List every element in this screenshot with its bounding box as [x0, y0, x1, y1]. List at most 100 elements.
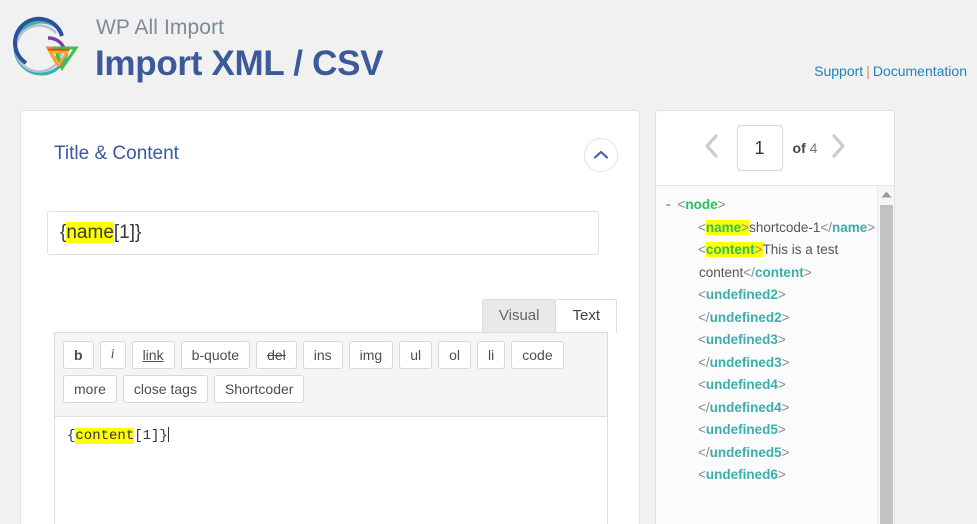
angle-close: > — [777, 287, 786, 302]
prev-page-button[interactable] — [697, 128, 727, 168]
xml-line-undefined2-open: <undefined2> — [656, 284, 894, 307]
xml-line-undefined3-close: </undefined3> — [656, 352, 894, 375]
xml-tag-undefined3-close: undefined3 — [709, 354, 782, 370]
xml-preview-panel: 1 of 4 - <node> <name>shortcode-1</name> … — [655, 110, 895, 524]
scroll-up-arrow-icon[interactable] — [878, 186, 894, 203]
title-suffix: [1]} — [113, 222, 142, 243]
editor-button-img[interactable]: img — [348, 341, 394, 369]
wp-all-import-logo-icon — [10, 16, 86, 88]
xml-tag-name-open: name — [705, 219, 742, 235]
xml-tag-content-open: content — [705, 242, 755, 257]
angle-close: > — [781, 399, 790, 415]
angle-open: </ — [820, 219, 832, 235]
header-links: Support | Documentation — [814, 63, 967, 79]
total-pages: 4 — [809, 140, 818, 156]
angle-close: > — [867, 219, 876, 235]
angle-close: > — [777, 422, 786, 437]
editor-button-code[interactable]: code — [511, 341, 564, 369]
toolbar-row-2: more close tags Shortcoder — [63, 375, 599, 409]
page-title: Import XML / CSV — [95, 44, 384, 83]
panel-heading: Title & Content — [54, 143, 179, 164]
documentation-link[interactable]: Documentation — [873, 63, 967, 79]
page-header: WP All Import Import XML / CSV Support | D… — [0, 0, 977, 100]
of-label: of — [792, 140, 806, 156]
xml-tag-undefined3-open: undefined3 — [705, 332, 778, 347]
xml-tag-undefined5-open: undefined5 — [705, 422, 778, 437]
editor-button-ol[interactable]: ol — [438, 341, 472, 369]
editor-button-link[interactable]: link — [131, 341, 175, 369]
scrollbar-thumb[interactable] — [880, 205, 893, 524]
toolbar-row-1: b i link b-quote del ins img ul ol li co… — [63, 341, 599, 375]
xml-tree: - <node> <name>shortcode-1</name> <conten… — [656, 186, 894, 524]
brand-subtitle: WP All Import — [96, 16, 225, 39]
xml-line-undefined5-open: <undefined5> — [656, 419, 894, 442]
angle-close: > — [741, 219, 750, 235]
angle-open: </ — [698, 444, 710, 460]
editor-button-ul[interactable]: ul — [399, 341, 433, 369]
editor-button-b-quote[interactable]: b-quote — [180, 341, 251, 369]
editor-button-li[interactable]: li — [477, 341, 506, 369]
angle-close: > — [777, 377, 786, 392]
xml-tag-undefined2-close: undefined2 — [709, 309, 782, 325]
links-separator: | — [866, 63, 870, 79]
xml-line-root: - <node> — [656, 194, 894, 217]
xml-tag-undefined4-open: undefined4 — [705, 377, 778, 392]
xml-line-undefined3-open: <undefined3> — [656, 329, 894, 352]
angle-close: > — [781, 309, 790, 325]
angle-close: > — [781, 354, 790, 370]
xml-text-name: shortcode-1 — [749, 219, 821, 235]
xml-tag-undefined6-open: undefined6 — [705, 467, 778, 482]
xml-line-undefined2-close: </undefined2> — [656, 307, 894, 330]
angle-open: < — [698, 219, 706, 235]
next-page-button[interactable] — [823, 128, 853, 168]
chevron-right-icon — [830, 133, 846, 164]
angle-close: > — [803, 264, 812, 280]
xml-line-content: <content>This is a test content</content… — [656, 239, 894, 284]
angle-open: < — [698, 242, 706, 257]
editor-button-more[interactable]: more — [63, 375, 117, 403]
angle-close: > — [754, 242, 763, 257]
editor-button-del[interactable]: del — [256, 341, 297, 369]
angle-open: < — [698, 422, 706, 437]
editor-button-shortcoder[interactable]: Shortcoder — [213, 375, 305, 403]
xml-collapse-toggle[interactable]: - — [666, 197, 671, 212]
angle-close: > — [717, 197, 726, 212]
xml-line-name: <name>shortcode-1</name> — [656, 217, 894, 240]
post-title-input[interactable]: {name[1]} — [47, 211, 599, 255]
xml-tag-node: node — [685, 197, 718, 212]
tab-visual[interactable]: Visual — [481, 299, 557, 333]
xml-tag-undefined4-close: undefined4 — [709, 399, 782, 415]
xml-line-undefined4-open: <undefined4> — [656, 374, 894, 397]
xml-line-undefined4-close: </undefined4> — [656, 397, 894, 420]
tab-text[interactable]: Text — [555, 299, 617, 333]
editor-button-b[interactable]: b — [63, 341, 94, 369]
content-textarea[interactable]: {content[1]} — [55, 417, 607, 524]
angle-close: > — [781, 444, 790, 460]
angle-open: < — [698, 332, 706, 347]
xml-line-undefined5-close: </undefined5> — [656, 442, 894, 465]
xml-pagination: 1 of 4 — [656, 111, 894, 186]
page-count-label: of 4 — [793, 140, 818, 156]
collapse-panel-button[interactable] — [584, 138, 618, 172]
angle-open: < — [698, 467, 706, 482]
text-caret — [167, 427, 169, 442]
editor-button-close-tags[interactable]: close tags — [122, 375, 208, 403]
xml-tag-undefined5-close: undefined5 — [709, 444, 782, 460]
app-root: WP All Import Import XML / CSV Support | D… — [0, 0, 977, 524]
chevron-left-icon — [704, 133, 720, 164]
angle-open: </ — [698, 309, 710, 325]
angle-open: </ — [743, 264, 755, 280]
angle-close: > — [777, 332, 786, 347]
editor-button-i[interactable]: i — [99, 341, 126, 369]
support-link[interactable]: Support — [814, 63, 863, 79]
editor-tabs: Visual Text — [481, 299, 617, 333]
xml-tag-name-close: name — [832, 219, 868, 235]
xml-scrollbar[interactable] — [877, 186, 894, 524]
chevron-up-icon — [593, 150, 609, 160]
content-editor: b i link b-quote del ins img ul ol li co… — [54, 332, 608, 524]
xml-line-undefined6-open: <undefined6> — [656, 464, 894, 487]
angle-open: < — [698, 377, 706, 392]
editor-button-ins[interactable]: ins — [302, 341, 343, 369]
content-suffix: [1]} — [134, 428, 168, 444]
page-number-input[interactable]: 1 — [736, 125, 783, 171]
